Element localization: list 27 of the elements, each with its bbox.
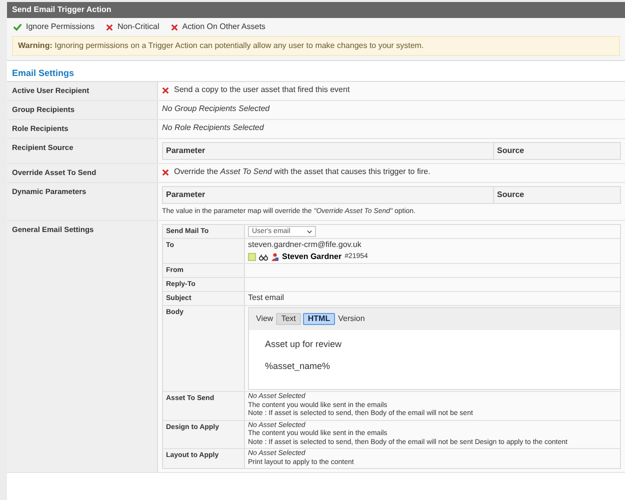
flag-label: Action On Other Assets <box>182 22 266 32</box>
flag-label: Ignore Permissions <box>26 22 94 32</box>
format-tab[interactable]: HTML <box>302 313 336 325</box>
section-title: Email Settings <box>7 60 625 81</box>
empty-value: No Group Recipients Selected <box>162 104 270 113</box>
user-icon <box>271 253 279 261</box>
column-header: Source <box>493 187 620 203</box>
column-header: Source <box>493 143 620 159</box>
flag-label: Non-Critical <box>117 22 160 32</box>
email-address: steven.gardner-crm@fife.gov.uk <box>248 240 362 250</box>
body-text: Asset up for review <box>265 339 343 349</box>
field-value: Test email <box>248 293 284 302</box>
warning-message: Warning: Ignoring permissions on a Trigger Action can potentially allow any user to make changes to your system. <box>12 36 620 56</box>
chevron-down-icon <box>307 230 312 234</box>
option-text: Send a copy to the user asset that fired this event <box>174 85 350 95</box>
view-label: View <box>256 314 274 324</box>
format-tab[interactable]: Text <box>276 313 301 325</box>
user-name: Steven Gardner <box>282 252 342 262</box>
column-header: Parameter <box>165 145 206 157</box>
version-label: Version <box>338 314 365 324</box>
color-swatch-icon <box>248 253 256 261</box>
title-bar: Send Email Trigger Action <box>7 2 625 18</box>
binoculars-icon <box>259 254 268 260</box>
empty-value: No Role Recipients Selected <box>162 123 264 132</box>
option-text: Override the Asset To Send with the asset that causes this trigger to fire. <box>174 167 430 177</box>
body-text: %asset_name% <box>265 361 332 371</box>
column-header: Parameter <box>165 189 206 201</box>
